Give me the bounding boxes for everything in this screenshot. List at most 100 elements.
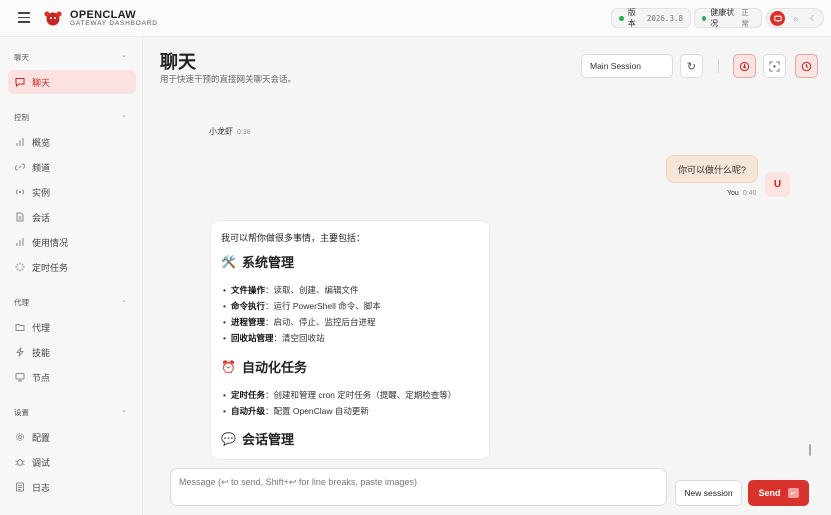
status-dot-icon [619,15,624,21]
bug-icon [15,457,25,467]
sidebar-item-label: 调试 [32,457,51,468]
refresh-icon: ↻ [686,60,697,73]
section-title-agents: 代理 [14,298,29,307]
theme-toggle: ☼ ☾ [766,8,824,28]
bot-name: 小龙虾 [209,127,233,136]
sidebar-item-label: 配置 [32,432,51,443]
broadcast-icon [15,187,25,197]
main-content: 聊天 用于快速干预的直接网关聊天会话。 Main Session ↻ 小龙虾 0:… [143,37,831,515]
scrollbar[interactable] [809,444,811,456]
sidebar: 聊天 ⌄ 聊天 控制 ⌄ 概览 频道 实例 会话 使用情况 定时任务 代理 ⌄ … [0,37,143,515]
sidebar-item-label: 聊天 [32,77,51,88]
user-avatar: U [765,172,790,197]
new-session-button[interactable]: New session [675,480,742,506]
assistant-list: 定时任务：创建和管理 cron 定时任务（提醒、定期检查等） 自动升级：配置 O… [223,387,456,419]
sidebar-item-nodes[interactable]: 节点 [8,365,136,389]
sidebar-item-channels[interactable]: 频道 [8,155,136,179]
brain-icon [739,61,750,71]
sidebar-item-debug[interactable]: 调试 [8,450,136,474]
sun-icon[interactable]: ☼ [788,11,803,26]
bot-message-meta: 小龙虾 0:38 [209,126,251,137]
health-value: 正常 [741,8,749,28]
sidebar-item-sessions[interactable]: 会话 [8,205,136,229]
focus-icon [769,60,780,72]
alarm-clock-icon: ⏰ [221,359,236,374]
version-value: 2026.3.8 [646,13,683,23]
sidebar-item-label: 定时任务 [32,262,69,273]
sidebar-item-config[interactable]: 配置 [8,425,136,449]
document-icon [15,212,25,222]
brand-subtitle: GATEWAY DASHBOARD [70,20,158,27]
assistant-intro: 我可以帮你做很多事情，主要包括： [221,233,366,243]
version-label: 版本 [627,8,636,28]
version-badge: 版本 2026.3.8 [611,8,691,28]
section-title-chat: 聊天 [14,53,29,62]
sidebar-item-cron[interactable]: 定时任务 [8,255,136,279]
send-button[interactable]: Send ↵ [748,480,809,506]
thinking-toggle-button[interactable] [733,54,756,78]
heading-text: 会话管理 [241,432,294,447]
sidebar-item-logs[interactable]: 日志 [8,475,136,499]
sidebar-item-label: 日志 [32,482,51,493]
menu-icon[interactable] [18,12,30,24]
sidebar-item-overview[interactable]: 概览 [8,130,136,154]
enter-key-icon: ↵ [787,488,799,498]
sidebar-item-label: 代理 [32,322,51,333]
sidebar-item-label: 节点 [32,372,51,383]
user-message-bubble: 你可以做什么呢? [666,155,758,183]
chevron-up-icon[interactable]: ⌄ [121,406,127,414]
health-label: 健康状况 [710,8,735,28]
list-item: 进程管理：启动、停止、监控后台进程 [223,314,381,330]
moon-icon[interactable]: ☾ [806,11,821,26]
list-item: 文件操作：读取、创建、编辑文件 [223,282,381,298]
assistant-heading: 💬 会话管理 [221,429,294,448]
page-title: 聊天 [160,52,196,72]
sidebar-item-label: 频道 [32,162,51,173]
sidebar-item-instances[interactable]: 实例 [8,180,136,204]
sidebar-item-label: 实例 [32,187,51,198]
list-item: 命令执行：运行 PowerShell 命令、脚本 [223,298,381,314]
assistant-list: 文件操作：读取、创建、编辑文件 命令执行：运行 PowerShell 命令、脚本… [223,282,381,346]
gear-icon [15,432,25,442]
status-dot-icon [702,15,707,21]
heading-text: 自动化任务 [241,360,307,375]
focus-mode-button[interactable] [763,54,786,78]
sidebar-item-chat[interactable]: 聊天 [8,70,136,94]
chevron-up-icon[interactable]: ⌄ [121,51,127,59]
health-badge: 健康状况 正常 [694,8,762,28]
clock-icon [801,61,812,71]
user-message-meta: You 0:40 [727,190,756,197]
section-title-settings: 设置 [14,408,29,417]
list-item: 回收站管理：清空回收站 [223,330,381,346]
log-icon [15,482,25,492]
sidebar-item-skills[interactable]: 技能 [8,340,136,364]
history-button[interactable] [795,54,818,78]
tools-icon: 🛠️ [221,254,236,269]
bar-chart-icon [15,137,25,147]
assistant-heading: ⏰ 自动化任务 [221,357,307,376]
page-subtitle: 用于快速干预的直接网关聊天会话。 [160,74,297,84]
sidebar-item-agents[interactable]: 代理 [8,315,136,339]
speech-bubble-icon: 💬 [221,431,236,446]
chevron-up-icon[interactable]: ⌄ [121,296,127,304]
list-item: 自动升级：配置 OpenClaw 自动更新 [223,403,456,419]
lightning-icon [15,347,25,357]
heading-text: 系统管理 [241,255,294,270]
message-input[interactable]: Message (↩ to send, Shift+↩ for line bre… [170,468,667,506]
refresh-button[interactable]: ↻ [680,54,703,78]
sidebar-item-usage[interactable]: 使用情况 [8,230,136,254]
chat-icon [15,77,25,87]
assistant-heading: 🛠️ 系统管理 [221,252,294,271]
user-time: 0:40 [742,190,757,197]
folder-icon [15,322,25,332]
assistant-message: 我可以帮你做很多事情，主要包括： 🛠️ 系统管理 文件操作：读取、创建、编辑文件… [210,220,490,460]
monitor-icon[interactable] [770,11,785,26]
sidebar-item-label: 会话 [32,212,51,223]
chevron-up-icon[interactable]: ⌄ [121,111,127,119]
user-name: You [727,190,739,197]
session-select[interactable]: Main Session [581,54,673,78]
list-item: 定时任务：创建和管理 cron 定时任务（提醒、定期检查等） [223,387,456,403]
bot-time: 0:38 [237,129,251,136]
sidebar-item-label: 技能 [32,347,51,358]
bar-chart-icon [15,237,25,247]
